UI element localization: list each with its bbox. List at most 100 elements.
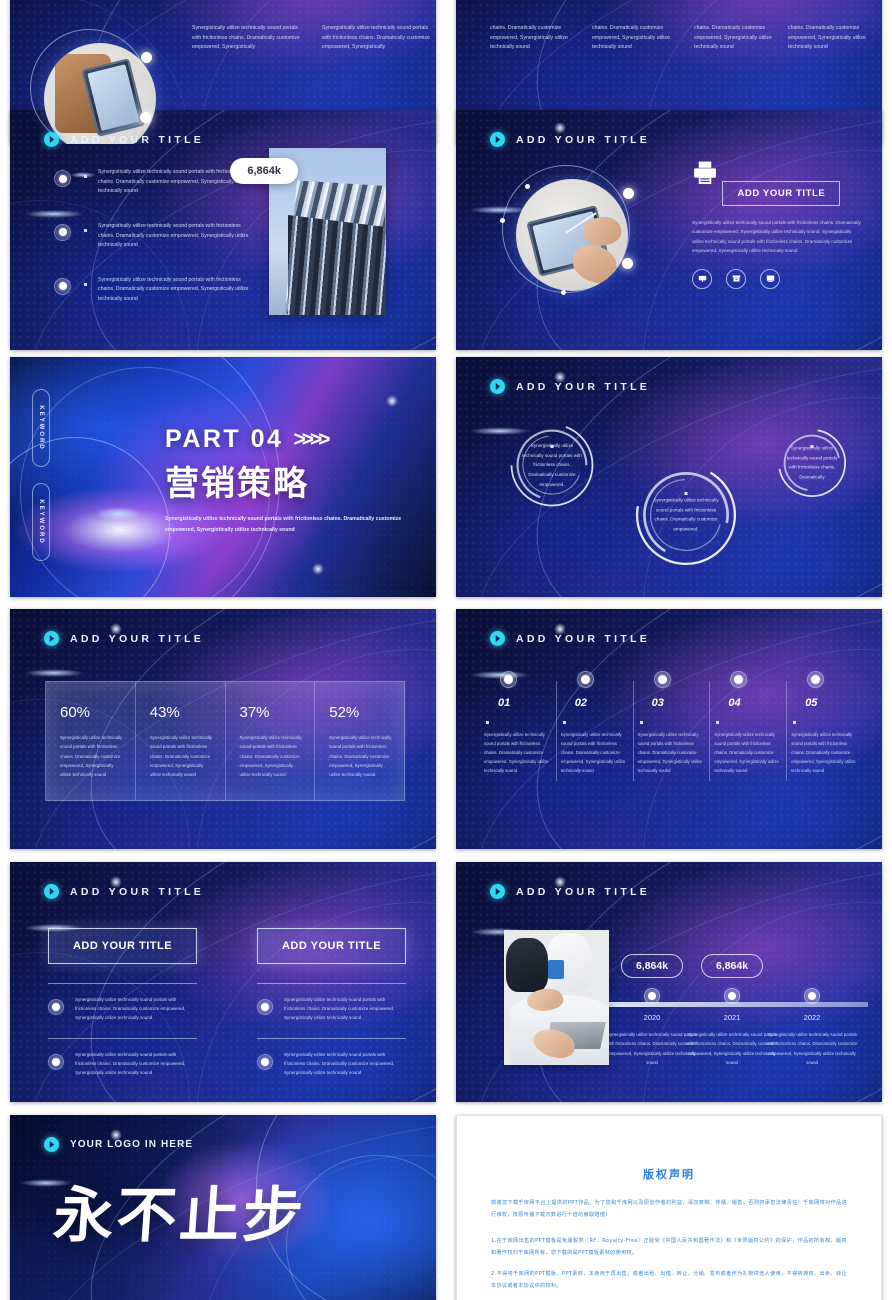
stats-glass-panel: 60% Synergistically utilize technically … [45, 681, 405, 801]
step-number: 04 [728, 697, 741, 709]
slide-copyright-declaration[interactable]: 版权声明 感谢您下载千库网平台上提供的PPT作品。为了您和千库网以及原创作者的利… [456, 1115, 882, 1300]
sparkle-star [386, 395, 398, 407]
column-tail-text: chains. Dramatically customize empowered… [490, 25, 568, 51]
keyword-tag: KEYWORD [32, 389, 50, 467]
step-body: Synergistically utilize technically soun… [484, 732, 549, 774]
stat-value: 60% [60, 704, 91, 721]
slide-bullets-building[interactable]: ADD YOUR TITLE Synergistically utilize t… [10, 110, 436, 350]
copyright-paragraph-1: 感谢您下载千库网平台上提供的PPT作品。为了您和千库网以及原创作者的利益，请勿复… [491, 1200, 847, 1218]
lens-flare [24, 669, 84, 677]
bullet-square-icon [84, 175, 87, 178]
column-tail-text: chains. Dramatically customize empowered… [694, 25, 772, 51]
bullet-square-icon [84, 282, 87, 286]
list-item-text: Synergistically utilize technically soun… [284, 997, 395, 1021]
step-item: 03 Synergistically utilize technically s… [637, 671, 715, 782]
divider [48, 1037, 197, 1039]
timeline-body: Synergistically utilize technically soun… [766, 1032, 858, 1065]
stat-value: 52% [329, 704, 360, 721]
photo [44, 43, 156, 144]
chevron-right-icon [44, 884, 59, 899]
ring-card: Synergistically utilize technically soun… [634, 463, 738, 567]
chevron-right-icon [490, 884, 505, 899]
divider [257, 983, 406, 984]
list-item: Synergistically utilize technically soun… [54, 168, 254, 197]
slide-timeline[interactable]: ADD YOUR TITLE 6,864k 2020 Synergistical… [456, 862, 882, 1102]
ring-card: Synergistically utilize technically soun… [508, 421, 596, 509]
list-item: Synergistically utilize technically soun… [54, 222, 254, 251]
two-column-layout: ADD YOUR TITLE Synergistically utilize t… [48, 928, 406, 1088]
slide-title: ADD YOUR TITLE [490, 379, 650, 394]
step-body: Synergistically utilize technically soun… [714, 732, 779, 774]
bullet-text: Synergistically utilize technically soun… [192, 25, 300, 51]
stat-body: Synergistically utilize technically soun… [329, 735, 392, 777]
slide-title-label: ADD YOUR TITLE [516, 133, 651, 146]
slide-title-label: ADD YOUR TITLE [70, 632, 205, 645]
slide-percent-stats[interactable]: ADD YOUR TITLE 60% Synergistically utili… [10, 609, 436, 849]
column-tail-text: chains. Dramatically customize empowered… [592, 25, 670, 51]
slide-three-rings[interactable]: ADD YOUR TITLE Synergistically utilize t… [456, 357, 882, 597]
divider [48, 983, 197, 984]
list-item: Synergistically utilize technically soun… [48, 995, 197, 1034]
stat-column: 60% Synergistically utilize technically … [46, 682, 136, 800]
add-your-title-button[interactable]: ADD YOUR TITLE [48, 928, 197, 964]
ring-card: Synergistically utilize technically soun… [776, 427, 848, 499]
step-dot-icon [576, 671, 594, 688]
light-burst [96, 507, 142, 521]
stat-column: 43% Synergistically utilize technically … [136, 682, 226, 800]
bullet-ring-icon [54, 223, 71, 241]
bullet-square-icon [562, 721, 566, 724]
monitor-icon[interactable] [760, 268, 780, 289]
list-item-text: Synergistically utilize technically soun… [75, 997, 186, 1021]
stat-value: 37% [239, 704, 270, 721]
slide-logo-title: YOUR LOGO IN HERE [44, 1137, 193, 1152]
bullet-ring-icon [257, 999, 273, 1015]
add-your-title-button[interactable]: ADD YOUR TITLE [722, 181, 841, 206]
chevron-right-icon [490, 379, 505, 394]
step-item: 02 Synergistically utilize technically s… [561, 671, 638, 782]
slide-title-label: ADD YOUR TITLE [516, 885, 651, 898]
divider [257, 1037, 406, 1039]
copyright-document: 版权声明 感谢您下载千库网平台上提供的PPT作品。为了您和千库网以及原创作者的利… [456, 1115, 882, 1300]
slide-five-steps[interactable]: ADD YOUR TITLE 01 Synergistically utiliz… [456, 609, 882, 849]
step-number: 02 [574, 697, 588, 709]
bullet-column-1: Synergistically utilize technically soun… [192, 24, 300, 53]
timeline-node-icon [804, 988, 820, 1004]
archive-icon[interactable] [726, 268, 746, 289]
slide-title: ADD YOUR TITLE [490, 132, 650, 147]
slide-part-04-section[interactable]: KEYWORD KEYWORD PART 04 >>>> 营销策略 Synerg… [10, 357, 436, 597]
part-number-label: PART 04 [165, 425, 284, 453]
content-panel: ADD YOUR TITLE Synergistically utilize t… [692, 160, 862, 289]
step-item: 04 Synergistically utilize technically s… [714, 671, 791, 782]
ring-text: Synergistically utilize technically soun… [653, 497, 719, 532]
slide-thank-you[interactable]: YOUR LOGO IN HERE 永不止步 >>>> 演示完毕 感谢您的聆听 [10, 1115, 436, 1300]
section-heading-cn: 营销策略 [165, 464, 309, 504]
icon-row [692, 268, 862, 289]
step-body: Synergistically utilize technically soun… [637, 732, 703, 774]
keyword-tag: KEYWORD [32, 483, 50, 561]
bullet-column-2: Synergistically utilize technically soun… [322, 24, 430, 53]
stat-body: Synergistically utilize technically soun… [239, 735, 302, 777]
keyword-tag-label: KEYWORD [38, 405, 44, 451]
step-dot-icon [500, 671, 517, 688]
stat-badge: 6,864k [700, 954, 764, 978]
list-item: Synergistically utilize technically soun… [48, 1050, 197, 1089]
add-your-title-button[interactable]: ADD YOUR TITLE [257, 928, 406, 964]
slide-tablet-printer[interactable]: ADD YOUR TITLE ADD YOUR TITLE Synergisti… [456, 110, 882, 350]
presentation-icon[interactable] [692, 268, 712, 289]
step-list: 01 Synergistically utilize technically s… [484, 671, 868, 782]
list-item-text: Synergistically utilize technically soun… [75, 1051, 186, 1076]
circle-photo-frame [500, 165, 634, 295]
section-subtitle: Synergistically utilize technically soun… [165, 516, 402, 533]
step-number: 05 [805, 697, 818, 709]
bullet-ring-icon [54, 277, 71, 295]
stat-badge: 6,864k [230, 158, 298, 184]
slide-two-title-boxes[interactable]: ADD YOUR TITLE ADD YOUR TITLE Synergisti… [10, 862, 436, 1102]
chevron-right-icon [490, 132, 505, 147]
ring-text: Synergistically utilize technically soun… [786, 445, 838, 480]
slide-title-label: ADD YOUR TITLE [70, 133, 205, 146]
printer-icon [694, 161, 716, 184]
copyright-paragraph-3: 2.不得将千库网的PPT模板、PPT素材，本身用于再出售，或者出租、出借、转让、… [491, 1270, 847, 1289]
bullet-square-icon [486, 721, 489, 724]
slide-title-label: ADD YOUR TITLE [516, 632, 651, 645]
slide-title: ADD YOUR TITLE [44, 631, 204, 646]
